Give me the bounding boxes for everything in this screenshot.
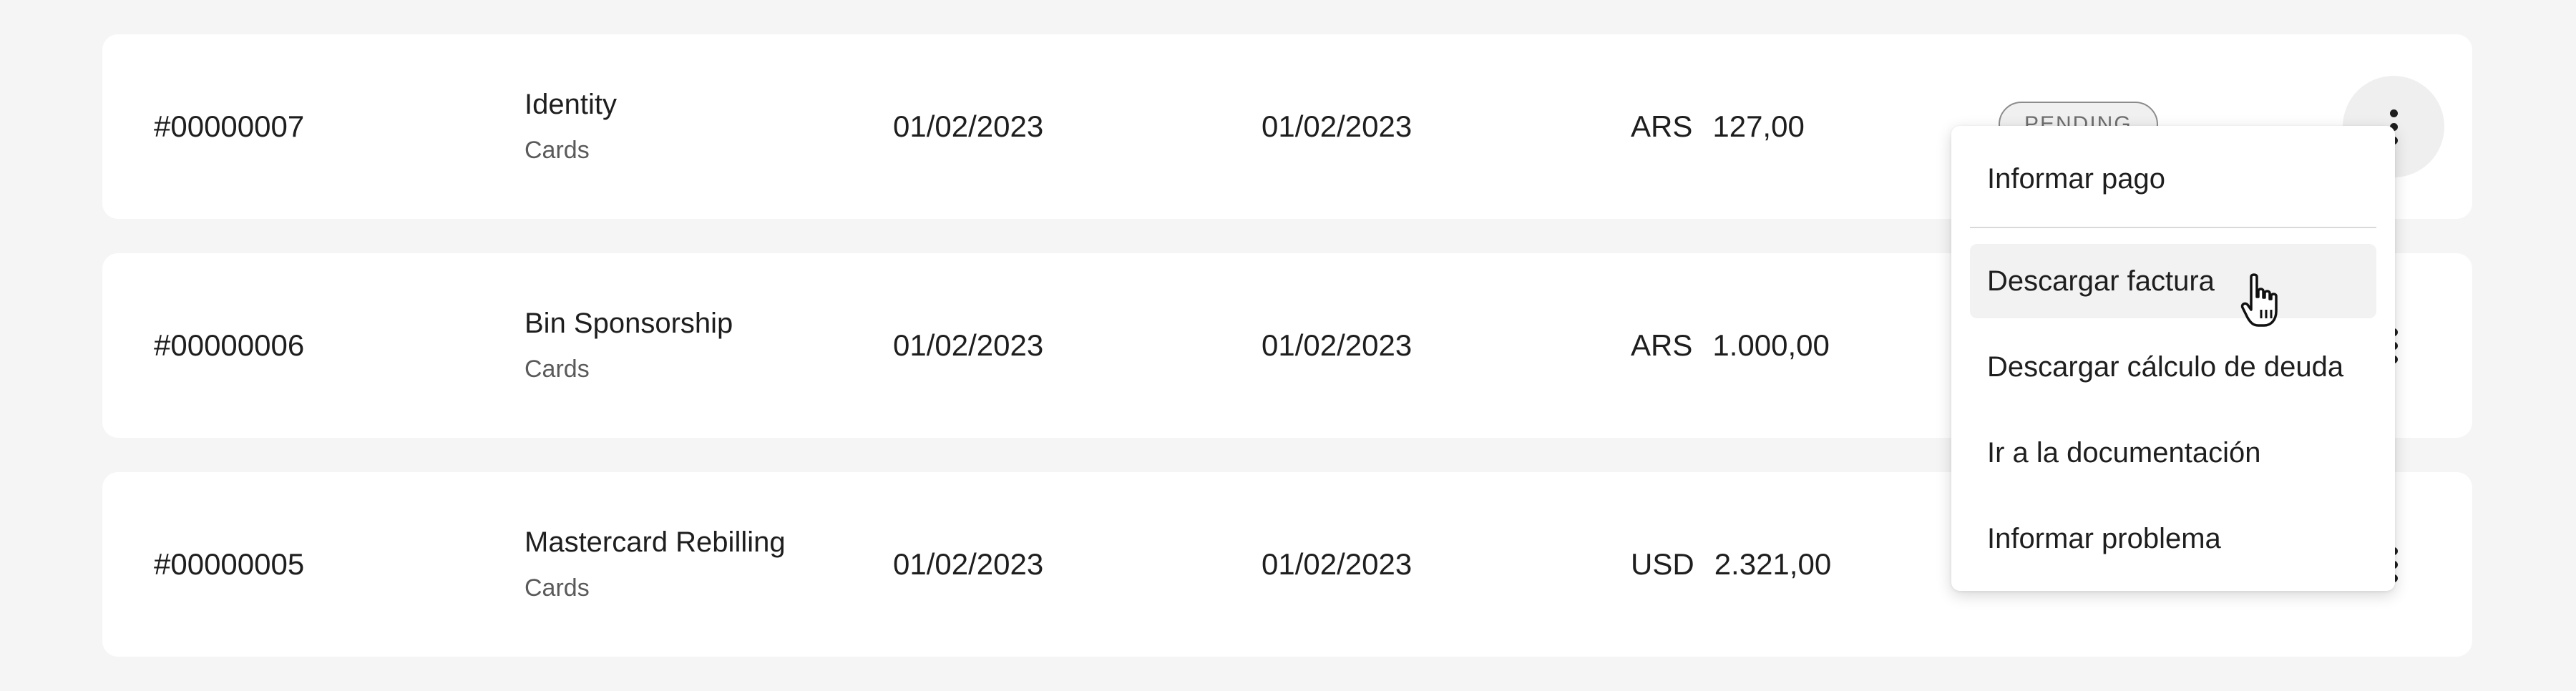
menu-item-informar-problema[interactable]: Informar problema xyxy=(1970,501,2376,576)
invoice-issue-date: 01/02/2023 xyxy=(893,109,1044,143)
invoice-amount: ARS 1.000,00 xyxy=(1631,253,1830,438)
invoice-category: Cards xyxy=(525,574,590,602)
invoice-currency: USD xyxy=(1631,547,1694,581)
hand-pointer-icon xyxy=(2240,273,2278,327)
menu-item-informar-pago[interactable]: Informar pago xyxy=(1970,142,2376,216)
invoice-category: Cards xyxy=(525,356,590,383)
invoice-concept: Bin Sponsorship Cards xyxy=(525,253,733,438)
invoice-list: #00000007 Identity Cards 01/02/2023 01/0… xyxy=(0,0,2576,691)
menu-item-descargar-factura[interactable]: Descargar factura xyxy=(1970,244,2376,318)
invoice-amount: ARS 127,00 xyxy=(1631,34,1805,219)
invoice-due-date: 01/02/2023 xyxy=(1262,547,1413,581)
invoice-concept: Mastercard Rebilling Cards xyxy=(525,472,786,657)
invoice-currency: ARS xyxy=(1631,328,1693,362)
invoice-issue-date: 01/02/2023 xyxy=(893,328,1044,362)
menu-divider xyxy=(1970,227,2376,228)
row-actions-menu: Informar pago Descargar factura Descarga… xyxy=(1951,126,2395,591)
invoice-amount: USD 2.321,00 xyxy=(1631,472,1831,657)
invoice-name: Bin Sponsorship xyxy=(525,308,733,339)
invoice-amount-value: 1.000,00 xyxy=(1712,328,1830,362)
invoice-currency: ARS xyxy=(1631,109,1693,143)
invoice-due-date: 01/02/2023 xyxy=(1262,328,1413,362)
invoice-name: Identity xyxy=(525,89,617,120)
menu-item-ir-documentacion[interactable]: Ir a la documentación xyxy=(1970,416,2376,490)
invoice-number: #00000005 xyxy=(154,547,305,581)
invoice-number: #00000007 xyxy=(154,109,305,143)
invoice-concept: Identity Cards xyxy=(525,34,617,219)
invoice-issue-date: 01/02/2023 xyxy=(893,547,1044,581)
invoice-amount-value: 127,00 xyxy=(1712,109,1805,143)
invoice-name: Mastercard Rebilling xyxy=(525,526,786,558)
invoice-number: #00000006 xyxy=(154,328,305,362)
menu-item-descargar-calculo-deuda[interactable]: Descargar cálculo de deuda xyxy=(1970,330,2376,404)
invoice-amount-value: 2.321,00 xyxy=(1714,547,1832,581)
invoice-category: Cards xyxy=(525,137,590,164)
invoice-due-date: 01/02/2023 xyxy=(1262,109,1413,143)
